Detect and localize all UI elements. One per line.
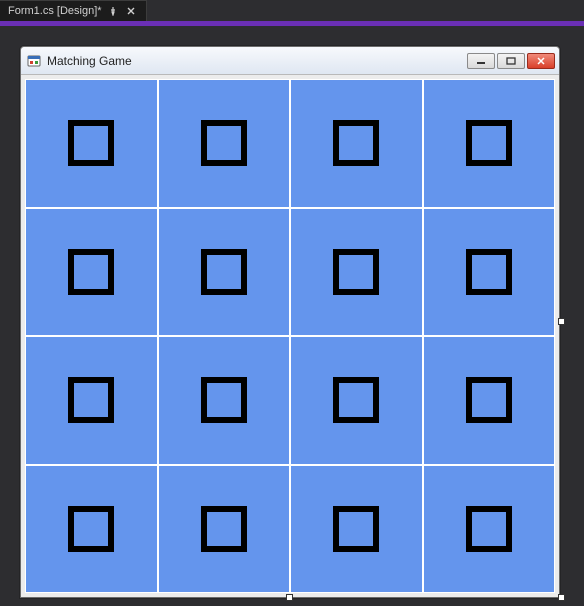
resize-handle-bottom-right[interactable] [558,594,565,601]
form-client-area [21,75,559,597]
grid-cell[interactable] [25,79,158,208]
square-icon [333,249,379,295]
tab-label: Form1.cs [Design]* [8,5,102,17]
grid-cell[interactable] [158,79,291,208]
grid-cell[interactable] [290,79,423,208]
square-icon [201,377,247,423]
square-icon [333,377,379,423]
grid-cell[interactable] [423,79,556,208]
design-surface: Matching Game [0,26,584,606]
square-icon [68,377,114,423]
square-icon [466,120,512,166]
square-icon [466,249,512,295]
grid-cell[interactable] [290,465,423,594]
resize-handle-bottom[interactable] [286,594,293,601]
tab-form1-design[interactable]: Form1.cs [Design]* [0,0,147,21]
square-icon [333,506,379,552]
maximize-button[interactable] [497,53,525,69]
grid-cell[interactable] [158,336,291,465]
square-icon [201,249,247,295]
close-icon[interactable] [124,4,138,18]
square-icon [68,249,114,295]
grid-cell[interactable] [423,336,556,465]
grid-cell[interactable] [158,465,291,594]
close-button[interactable] [527,53,555,69]
square-icon [68,506,114,552]
square-icon [201,120,247,166]
ide-tabstrip: Form1.cs [Design]* [0,0,584,22]
square-icon [201,506,247,552]
square-icon [68,120,114,166]
match-grid [25,79,555,593]
grid-cell[interactable] [423,465,556,594]
resize-handle-right[interactable] [558,318,565,325]
grid-cell[interactable] [25,336,158,465]
square-icon [466,506,512,552]
square-icon [466,377,512,423]
grid-cell[interactable] [158,208,291,337]
grid-cell[interactable] [290,208,423,337]
window-buttons [467,53,555,69]
square-icon [333,120,379,166]
grid-cell[interactable] [423,208,556,337]
app-icon [27,54,41,68]
minimize-button[interactable] [467,53,495,69]
winform[interactable]: Matching Game [20,46,560,598]
window-title: Matching Game [47,54,461,68]
grid-cell[interactable] [25,208,158,337]
grid-cell[interactable] [290,336,423,465]
titlebar[interactable]: Matching Game [21,47,559,75]
pin-icon[interactable] [108,6,118,16]
grid-cell[interactable] [25,465,158,594]
